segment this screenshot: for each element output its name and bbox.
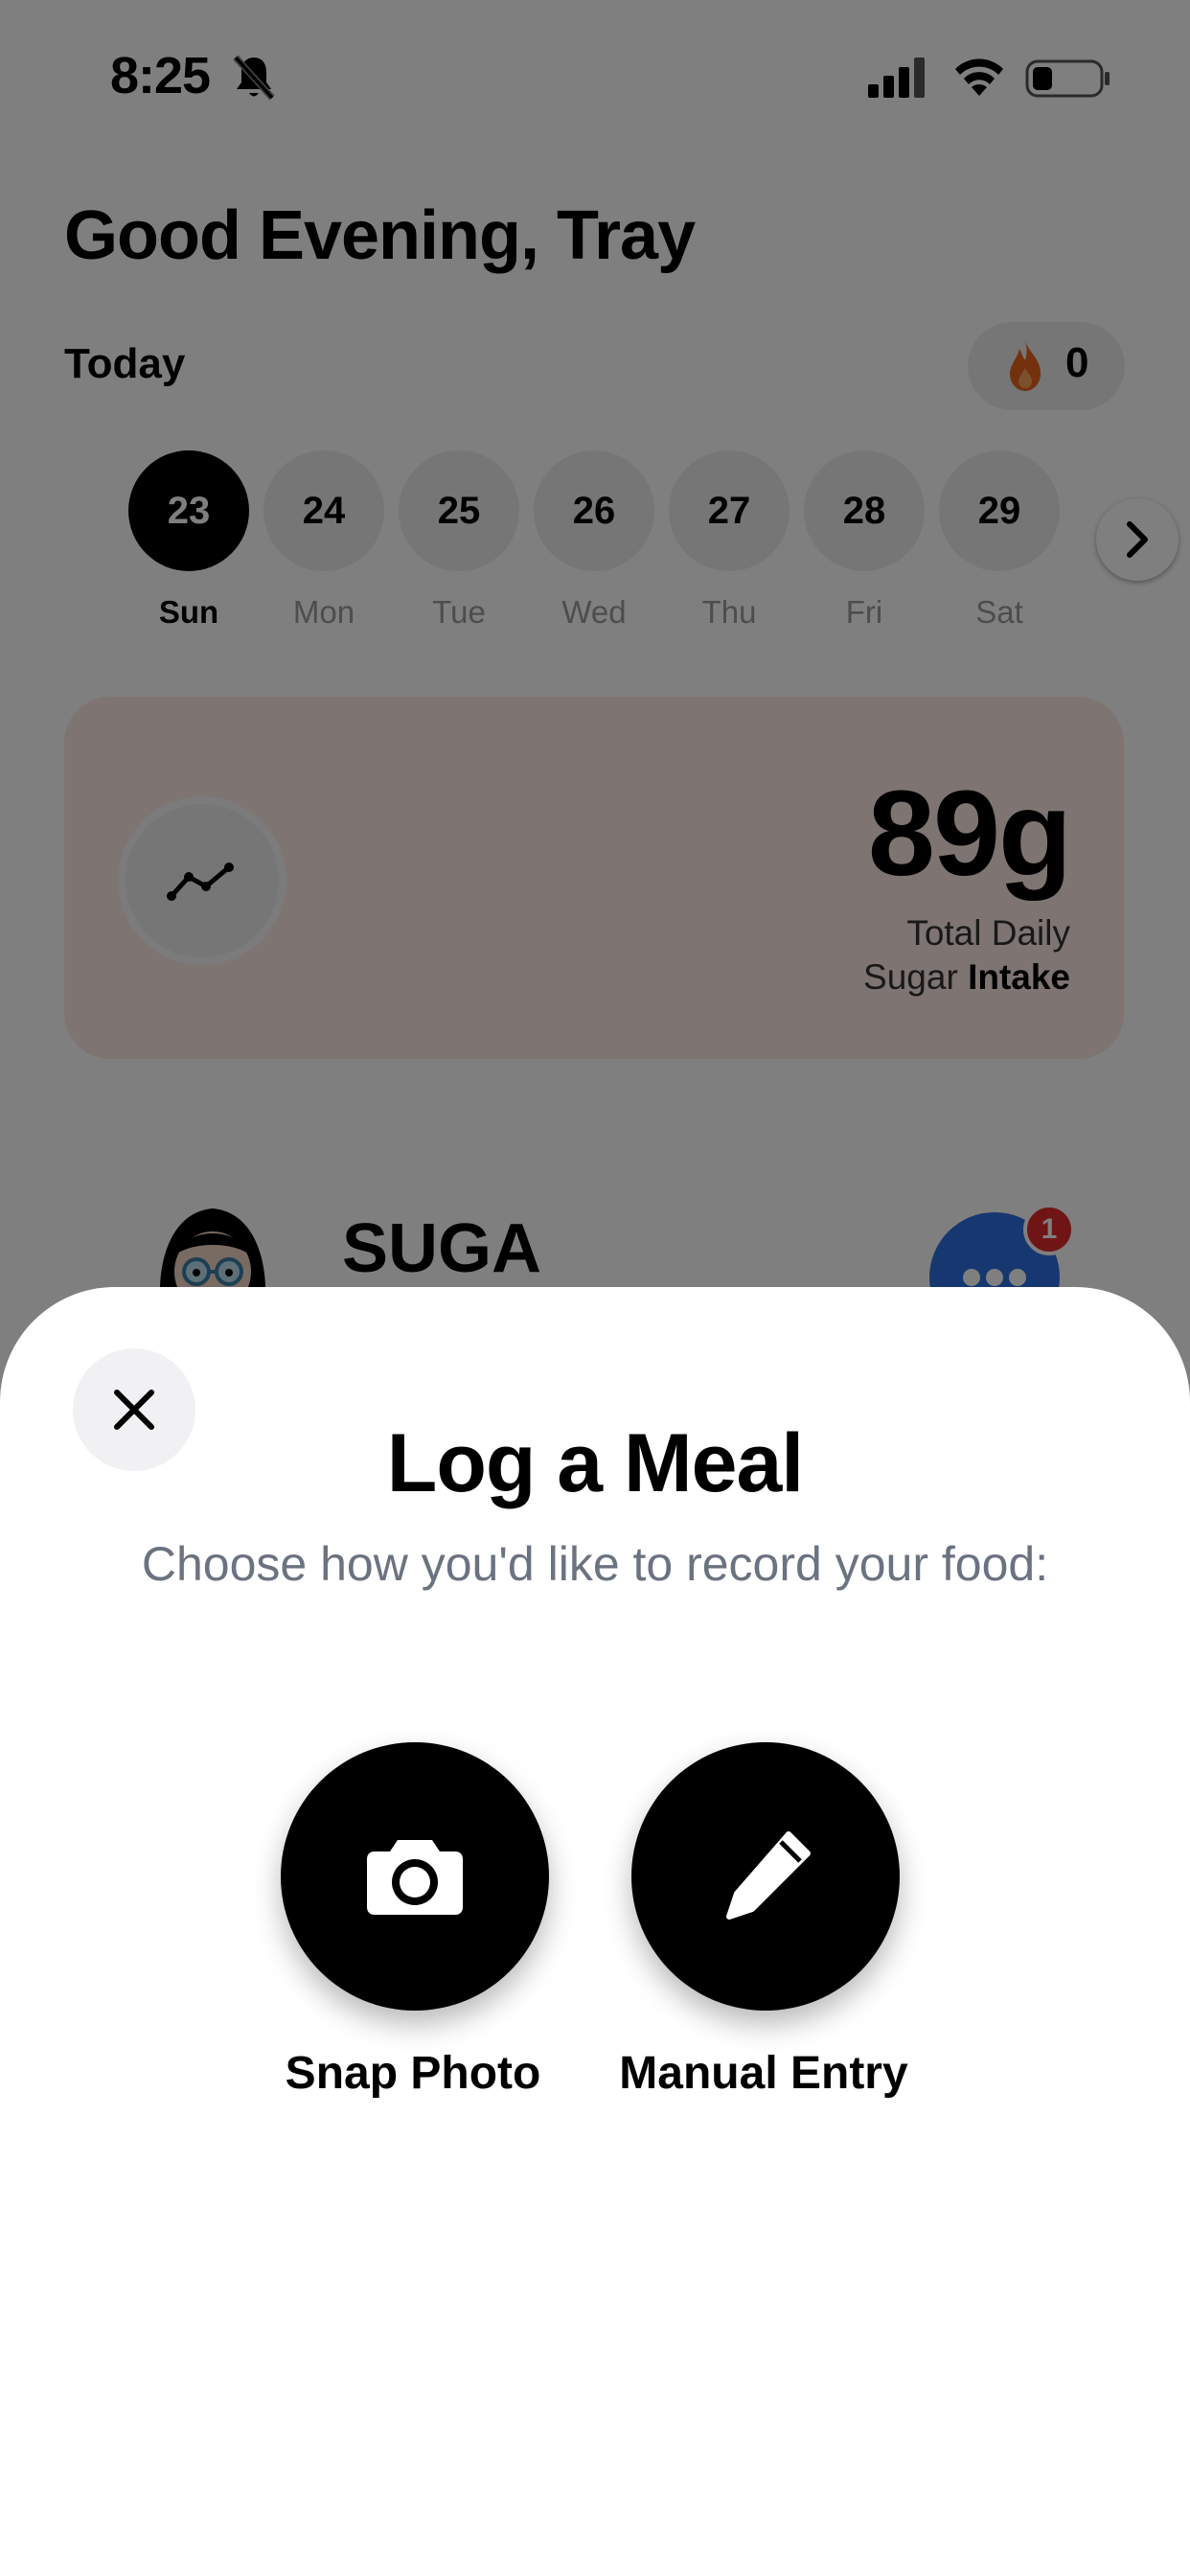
pencil-icon	[726, 1831, 811, 1920]
manual-entry-button[interactable]	[631, 1742, 900, 2011]
manual-entry-option[interactable]: Manual Entry	[619, 1742, 908, 2145]
log-meal-sheet: Log a Meal Choose how you'd like to reco…	[0, 1287, 1190, 2576]
screen: 8:25 Good Evening, Tray Today	[0, 0, 1190, 2576]
snap-photo-button[interactable]	[281, 1742, 549, 2011]
snap-photo-label: Snap Photo	[285, 2048, 541, 2099]
snap-photo-option[interactable]: Snap Photo	[269, 1742, 557, 2145]
sheet-title: Log a Meal	[386, 1417, 804, 1509]
manual-entry-label: Manual Entry	[619, 2048, 908, 2099]
sheet-subtitle: Choose how you'd like to record your foo…	[141, 1537, 1049, 1591]
camera-icon	[367, 1840, 463, 1915]
